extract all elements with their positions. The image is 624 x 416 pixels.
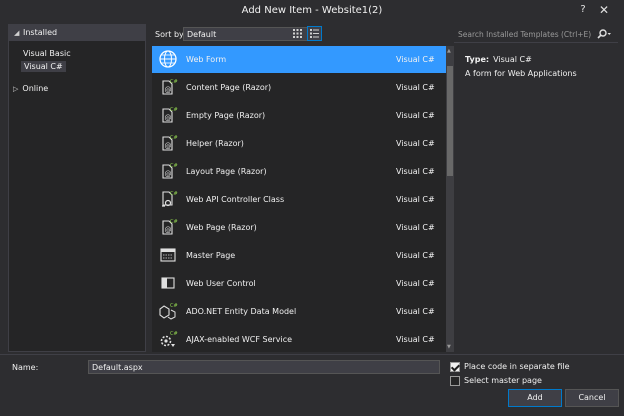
globe-icon bbox=[158, 49, 178, 69]
template-name: Content Page (Razor) bbox=[186, 83, 272, 92]
template-name: Web User Control bbox=[186, 279, 256, 288]
template-name: Empty Page (Razor) bbox=[186, 111, 266, 120]
sort-value: Default bbox=[187, 30, 217, 39]
template-name: Web API Controller Class bbox=[186, 195, 285, 204]
template-language: Visual C# bbox=[396, 279, 435, 288]
list-view-icon bbox=[310, 29, 319, 38]
svg-text:@: @ bbox=[165, 142, 172, 150]
template-language: Visual C# bbox=[396, 83, 435, 92]
category-tree: ◢ Installed Visual Basic Visual C# ▷ Onli… bbox=[8, 24, 146, 352]
svg-text:@: @ bbox=[165, 170, 172, 178]
svg-text:@: @ bbox=[165, 114, 172, 122]
bottom-bar: Name: Place code in separate file Select… bbox=[0, 354, 624, 416]
cancel-button[interactable]: Cancel bbox=[565, 389, 619, 407]
template-row[interactable]: C# @ Empty Page (Razor) Visual C# bbox=[152, 102, 446, 129]
type-value: Visual C# bbox=[493, 55, 532, 64]
api-controller-icon: C# bbox=[158, 189, 178, 209]
scrollbar-thumb[interactable] bbox=[447, 66, 453, 176]
sort-toolbar: Sort by: Default ▼ bbox=[152, 25, 448, 43]
name-label: Name: bbox=[12, 363, 39, 372]
entity-model-icon: C# bbox=[158, 301, 178, 321]
template-list-scrollbar[interactable]: ▲ ▼ bbox=[446, 46, 454, 352]
svg-text:C#: C# bbox=[170, 191, 178, 197]
master-page-icon bbox=[158, 245, 178, 265]
template-list: Web Form Visual C# C# @ Content Page (Razor)… bbox=[152, 46, 446, 352]
select-master-checkbox[interactable] bbox=[450, 376, 460, 386]
svg-text:C#: C# bbox=[170, 331, 178, 337]
razor-file-icon: C# @ bbox=[158, 77, 178, 97]
template-name: Master Page bbox=[186, 251, 236, 260]
tree-node-label: Installed bbox=[23, 28, 58, 37]
template-language: Visual C# bbox=[396, 139, 435, 148]
template-name: Web Form bbox=[186, 55, 227, 64]
template-language: Visual C# bbox=[396, 223, 435, 232]
template-language: Visual C# bbox=[396, 335, 435, 344]
template-language: Visual C# bbox=[396, 251, 435, 260]
tree-node-label: Online bbox=[22, 84, 49, 93]
grid-view-button[interactable] bbox=[290, 26, 305, 41]
scroll-down-icon[interactable]: ▼ bbox=[447, 344, 451, 350]
template-name: Web Page (Razor) bbox=[186, 223, 257, 232]
type-label: Type: bbox=[465, 55, 490, 64]
template-language: Visual C# bbox=[396, 307, 435, 316]
details-pane: Type: Visual C# A form for Web Applicatio… bbox=[460, 46, 620, 352]
search-templates-input[interactable]: Search Installed Templates (Ctrl+E) bbox=[454, 25, 618, 43]
template-row[interactable]: Web Form Visual C# bbox=[152, 46, 446, 73]
grid-view-icon bbox=[293, 29, 302, 38]
title-bar: Add New Item - Website1(2) ? ✕ bbox=[0, 0, 624, 22]
template-name: ADO.NET Entity Data Model bbox=[186, 307, 297, 316]
template-row[interactable]: C# @ Helper (Razor) Visual C# bbox=[152, 130, 446, 157]
template-row[interactable]: C# @ Layout Page (Razor) Visual C# bbox=[152, 158, 446, 185]
window-title: Add New Item - Website1(2) bbox=[241, 5, 383, 16]
expand-down-icon: ◢ bbox=[14, 29, 20, 37]
wcf-service-icon: C# bbox=[158, 329, 178, 349]
details-type: Type: Visual C# bbox=[465, 55, 532, 64]
template-language: Visual C# bbox=[396, 195, 435, 204]
razor-file-icon: C# @ bbox=[158, 105, 178, 125]
template-row[interactable]: Web User Control Visual C# bbox=[152, 270, 446, 297]
template-row[interactable]: C# @ Content Page (Razor) Visual C# bbox=[152, 74, 446, 101]
template-language: Visual C# bbox=[396, 111, 435, 120]
tree-item-visual-basic[interactable]: Visual Basic bbox=[23, 49, 71, 58]
template-row[interactable]: C# ADO.NET Entity Data Model Visual C# bbox=[152, 298, 446, 325]
template-name: AJAX-enabled WCF Service bbox=[186, 335, 293, 344]
details-description: A form for Web Applications bbox=[465, 69, 577, 78]
svg-text:C#: C# bbox=[170, 107, 178, 113]
razor-file-icon: C# @ bbox=[158, 217, 178, 237]
help-button[interactable]: ? bbox=[576, 3, 590, 17]
search-icon[interactable] bbox=[596, 28, 612, 40]
add-button[interactable]: Add bbox=[508, 389, 562, 407]
sort-label: Sort by: bbox=[155, 30, 186, 39]
svg-text:@: @ bbox=[165, 226, 172, 234]
template-row[interactable]: C# AJAX-enabled WCF Service Visual C# bbox=[152, 326, 446, 352]
template-name: Helper (Razor) bbox=[186, 139, 244, 148]
place-code-label: Place code in separate file bbox=[464, 362, 570, 371]
expand-right-icon: ▷ bbox=[13, 85, 19, 93]
name-input[interactable] bbox=[88, 360, 440, 374]
user-control-icon bbox=[158, 273, 178, 293]
close-button[interactable]: ✕ bbox=[597, 3, 611, 17]
svg-text:@: @ bbox=[165, 86, 172, 94]
tree-item-visual-csharp[interactable]: Visual C# bbox=[21, 61, 66, 72]
tree-node-online[interactable]: ▷ Online bbox=[13, 84, 48, 93]
template-row[interactable]: Master Page Visual C# bbox=[152, 242, 446, 269]
razor-file-icon: C# @ bbox=[158, 161, 178, 181]
template-language: Visual C# bbox=[396, 55, 435, 64]
razor-file-icon: C# @ bbox=[158, 133, 178, 153]
template-row[interactable]: C# Web API Controller Class Visual C# bbox=[152, 186, 446, 213]
svg-text:C#: C# bbox=[170, 303, 178, 309]
search-placeholder: Search Installed Templates (Ctrl+E) bbox=[458, 30, 592, 39]
scroll-up-icon[interactable]: ▲ bbox=[447, 48, 451, 54]
list-view-button[interactable] bbox=[307, 26, 322, 41]
svg-text:C#: C# bbox=[170, 79, 178, 85]
tree-node-installed[interactable]: ◢ Installed bbox=[9, 25, 145, 41]
place-code-checkbox[interactable] bbox=[450, 362, 460, 372]
template-name: Layout Page (Razor) bbox=[186, 167, 267, 176]
svg-text:C#: C# bbox=[170, 135, 178, 141]
select-master-label: Select master page bbox=[464, 376, 542, 385]
template-row[interactable]: C# @ Web Page (Razor) Visual C# bbox=[152, 214, 446, 241]
template-language: Visual C# bbox=[396, 167, 435, 176]
svg-text:C#: C# bbox=[170, 163, 178, 169]
svg-text:C#: C# bbox=[170, 219, 178, 225]
